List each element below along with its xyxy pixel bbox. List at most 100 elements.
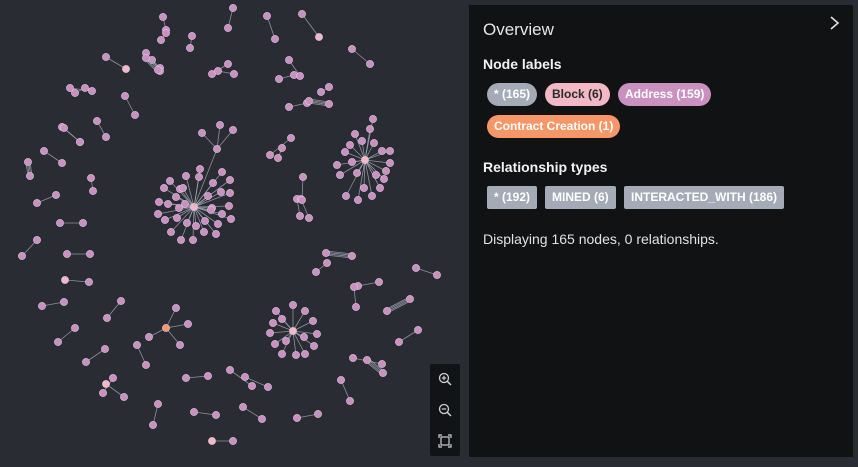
address-node[interactable] — [379, 369, 387, 377]
address-node[interactable] — [131, 111, 139, 119]
address-node[interactable] — [54, 338, 62, 346]
address-node[interactable] — [214, 67, 222, 75]
address-node[interactable] — [63, 250, 71, 258]
address-node[interactable] — [292, 351, 300, 359]
address-node[interactable] — [310, 342, 318, 350]
node-label-contract-creation[interactable]: Contract Creation (1) — [487, 115, 621, 138]
address-node[interactable] — [52, 191, 60, 199]
contract-creation-node[interactable] — [162, 324, 170, 332]
address-node[interactable] — [93, 117, 101, 125]
address-node[interactable] — [161, 216, 169, 224]
address-node[interactable] — [149, 421, 157, 429]
address-node[interactable] — [142, 54, 150, 62]
address-node[interactable] — [38, 302, 46, 310]
address-node[interactable] — [264, 383, 272, 391]
address-node[interactable] — [87, 174, 95, 182]
address-node[interactable] — [271, 340, 279, 348]
address-node[interactable] — [293, 414, 301, 422]
address-node[interactable] — [60, 298, 68, 306]
block-node[interactable] — [289, 327, 297, 335]
block-node[interactable] — [102, 380, 110, 388]
address-node[interactable] — [380, 175, 388, 183]
address-node[interactable] — [103, 314, 111, 322]
address-node[interactable] — [154, 210, 162, 218]
address-node[interactable] — [56, 219, 64, 227]
fit-to-screen-button[interactable] — [434, 430, 456, 452]
address-node[interactable] — [349, 354, 357, 362]
address-node[interactable] — [322, 249, 330, 257]
address-node[interactable] — [229, 126, 237, 134]
address-node[interactable] — [305, 97, 313, 105]
node-label-block[interactable]: Block (6) — [545, 83, 610, 106]
address-node[interactable] — [358, 137, 366, 145]
address-node[interactable] — [275, 75, 283, 83]
address-node[interactable] — [296, 212, 304, 220]
address-node[interactable] — [342, 192, 350, 200]
address-node[interactable] — [212, 230, 220, 238]
address-node[interactable] — [117, 297, 125, 305]
address-node[interactable] — [81, 84, 89, 92]
address-node[interactable] — [309, 317, 317, 325]
address-node[interactable] — [289, 301, 297, 309]
address-node[interactable] — [296, 72, 304, 80]
address-node[interactable] — [217, 188, 225, 196]
address-node[interactable] — [102, 53, 110, 61]
address-node[interactable] — [88, 87, 96, 95]
address-node[interactable] — [341, 148, 349, 156]
address-node[interactable] — [192, 222, 200, 230]
address-node[interactable] — [190, 408, 198, 416]
address-node[interactable] — [183, 219, 191, 227]
address-node[interactable] — [186, 44, 194, 52]
address-node[interactable] — [266, 151, 274, 159]
address-node[interactable] — [370, 139, 378, 147]
graph-visualization[interactable] — [0, 0, 466, 462]
address-node[interactable] — [298, 196, 306, 204]
address-node[interactable] — [71, 89, 79, 97]
relationship-type-mined[interactable]: MINED (6) — [545, 186, 616, 209]
address-node[interactable] — [177, 236, 185, 244]
address-node[interactable] — [287, 134, 295, 142]
address-node[interactable] — [102, 133, 110, 141]
address-node[interactable] — [224, 60, 232, 68]
block-node[interactable] — [315, 33, 323, 41]
address-node[interactable] — [383, 307, 391, 315]
address-node[interactable] — [375, 278, 383, 286]
address-node[interactable] — [278, 350, 286, 358]
address-node[interactable] — [406, 295, 414, 303]
graph-canvas[interactable] — [0, 0, 466, 462]
address-node[interactable] — [162, 29, 170, 37]
address-node[interactable] — [350, 283, 358, 291]
address-node[interactable] — [353, 169, 361, 177]
address-node[interactable] — [229, 437, 237, 445]
address-node[interactable] — [378, 147, 386, 155]
address-node[interactable] — [209, 179, 217, 187]
address-node[interactable] — [216, 121, 224, 129]
address-node[interactable] — [285, 103, 293, 111]
address-node[interactable] — [348, 45, 356, 53]
address-node[interactable] — [176, 341, 184, 349]
address-node[interactable] — [325, 100, 333, 108]
address-node[interactable] — [196, 165, 204, 173]
address-node[interactable] — [354, 196, 362, 204]
address-node[interactable] — [33, 199, 41, 207]
address-node[interactable] — [366, 60, 374, 68]
block-node[interactable] — [61, 276, 69, 284]
address-node[interactable] — [212, 411, 220, 419]
address-node[interactable] — [40, 147, 48, 155]
address-node[interactable] — [167, 228, 175, 236]
address-node[interactable] — [323, 259, 331, 267]
address-node[interactable] — [325, 83, 333, 91]
address-node[interactable] — [301, 350, 309, 358]
address-node[interactable] — [258, 415, 266, 423]
address-node[interactable] — [336, 171, 344, 179]
node-label-all[interactable]: * (165) — [487, 83, 538, 106]
address-node[interactable] — [86, 250, 94, 258]
address-node[interactable] — [33, 236, 41, 244]
address-node[interactable] — [305, 214, 313, 222]
address-node[interactable] — [207, 206, 215, 214]
address-node[interactable] — [241, 373, 249, 381]
block-node[interactable] — [122, 65, 130, 73]
chevron-right-icon[interactable] — [827, 15, 843, 31]
address-node[interactable] — [133, 341, 141, 349]
address-node[interactable] — [213, 145, 221, 153]
